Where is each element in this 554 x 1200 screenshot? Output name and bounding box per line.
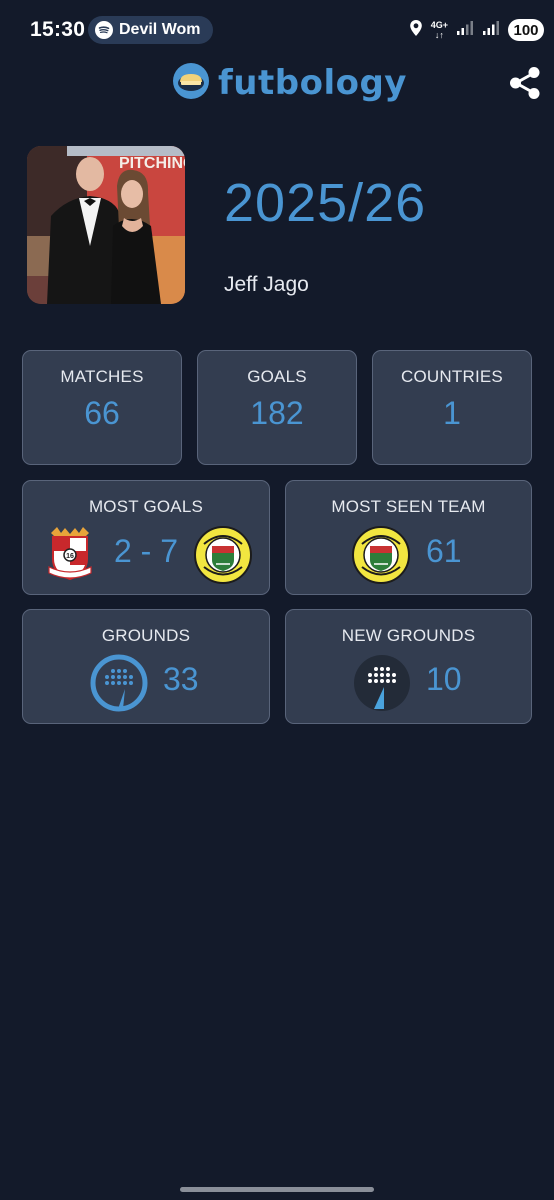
countries-card[interactable]: COUNTRIES 1 (372, 350, 532, 465)
clock: 15:30 (30, 18, 86, 41)
signal-icon-2 (482, 20, 500, 41)
runcorn-linnets-crest-icon (194, 526, 252, 589)
season-title: 2025/26 (224, 173, 427, 233)
network-type: 4G+ ↓↑ (430, 20, 448, 40)
status-icons: 4G+ ↓↑ 100 (409, 16, 544, 44)
new-grounds-label: NEW GROUNDS (341, 626, 476, 645)
app-name: futbology (218, 63, 407, 103)
profile-photo[interactable]: PITCHING I (27, 146, 185, 304)
countries-value: 1 (443, 395, 461, 431)
new-ground-icon (352, 653, 412, 718)
matches-label: MATCHES (60, 367, 144, 386)
ground-icon (89, 653, 149, 718)
home-indicator[interactable] (180, 1187, 374, 1192)
share-button[interactable] (506, 64, 544, 102)
most-goals-card[interactable]: MOST GOALS 16 2 - 7 (22, 480, 270, 595)
matches-value: 66 (84, 395, 120, 431)
futbology-logo-icon (172, 62, 210, 105)
most-goals-label: MOST GOALS (88, 497, 204, 516)
new-grounds-card[interactable]: NEW GROUNDS 10 (285, 609, 532, 724)
goals-card[interactable]: GOALS 182 (197, 350, 357, 465)
photo-banner-text: PITCHING I (119, 155, 185, 172)
battery-indicator: 100 (508, 19, 544, 41)
countries-label: COUNTRIES (401, 367, 503, 386)
grounds-card[interactable]: GROUNDS 33 (22, 609, 270, 724)
most-seen-team-value: 61 (426, 533, 462, 569)
location-icon (409, 19, 423, 42)
grounds-value: 33 (163, 661, 199, 697)
app-logo: futbology (172, 62, 407, 104)
runcorn-linnets-crest-icon (352, 526, 410, 589)
status-bar: 15:30 Devil Wom 4G+ ↓↑ 100 (0, 0, 554, 60)
matches-card[interactable]: MATCHES 66 (22, 350, 182, 465)
most-seen-team-card[interactable]: MOST SEEN TEAM 61 (285, 480, 532, 595)
grounds-label: GROUNDS (101, 626, 191, 645)
new-grounds-value: 10 (426, 661, 462, 697)
goals-label: GOALS (247, 367, 307, 386)
now-playing-title: Devil Wom (119, 21, 201, 38)
now-playing-chip[interactable]: Devil Wom (88, 16, 213, 44)
spotify-icon (95, 21, 113, 39)
goals-value: 182 (250, 395, 304, 431)
share-icon (506, 67, 544, 106)
user-name: Jeff Jago (224, 273, 309, 296)
signal-icon-1 (456, 20, 474, 41)
most-seen-team-label: MOST SEEN TEAM (331, 497, 486, 516)
app-header: futbology (0, 60, 554, 106)
